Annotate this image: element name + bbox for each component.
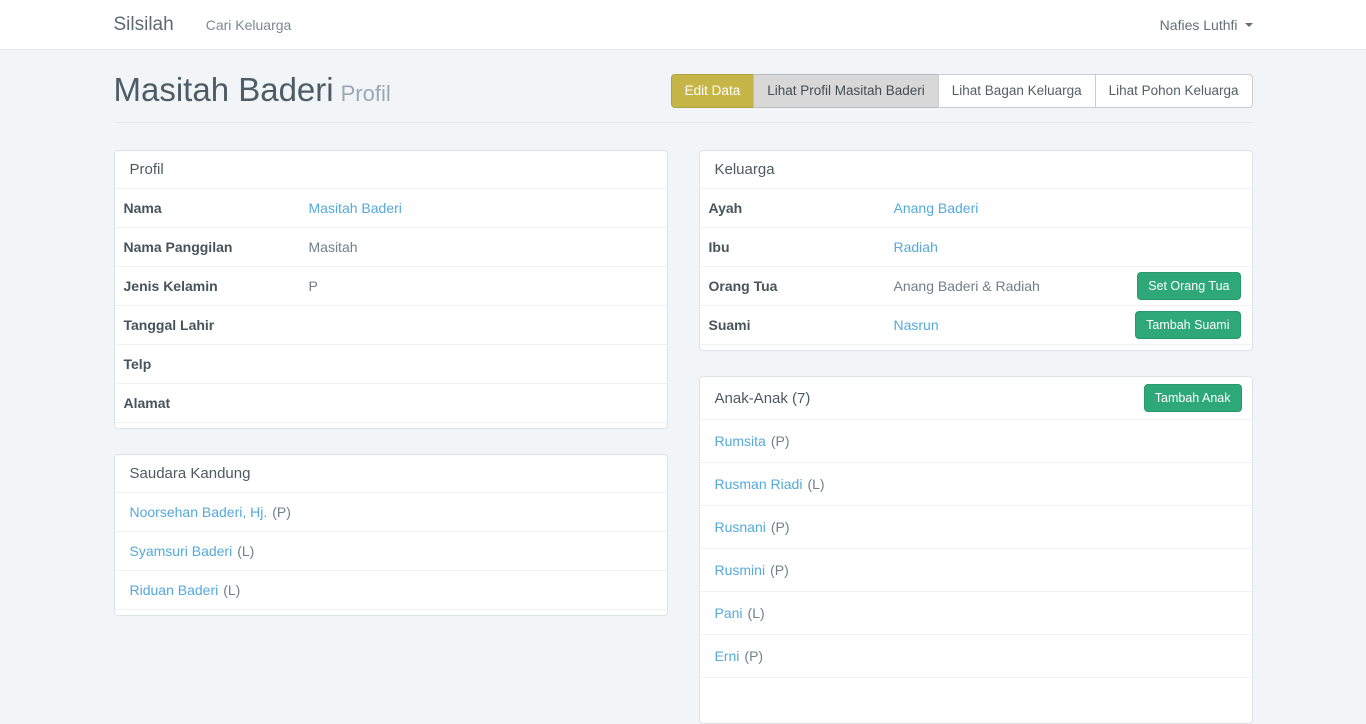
set-orang-tua-button[interactable]: Set Orang Tua — [1137, 272, 1240, 300]
tambah-anak-button[interactable]: Tambah Anak — [1144, 384, 1242, 412]
sibling-link[interactable]: Noorsehan Baderi, Hj. — [130, 504, 268, 520]
child-link[interactable]: Pani — [715, 605, 743, 621]
list-item-cutoff — [700, 678, 1252, 718]
gender-tag: (P) — [770, 562, 789, 578]
table-row: Ibu Radiah — [700, 228, 1252, 267]
saudara-panel-title: Saudara Kandung — [115, 455, 667, 493]
row-label: Tanggal Lahir — [124, 317, 309, 333]
page-subtitle: Profil — [341, 81, 391, 106]
left-column: Profil Nama Masitah Baderi Nama Panggila… — [114, 150, 668, 616]
row-value: Masitah — [309, 239, 658, 255]
sibling-link[interactable]: Syamsuri Baderi — [130, 543, 233, 559]
row-label: Orang Tua — [709, 278, 894, 294]
anak-anak-panel: Anak-Anak (7) Tambah Anak Rumsita (P) Ru… — [699, 376, 1253, 724]
list-item: Rusmini (P) — [700, 549, 1252, 592]
child-link[interactable]: Erni — [715, 648, 740, 664]
row-label: Ibu — [709, 239, 894, 255]
table-row: Nama Panggilan Masitah — [115, 228, 667, 267]
gender-tag: (L) — [807, 476, 824, 492]
gender-tag: (P) — [744, 648, 763, 664]
keluarga-panel: Keluarga Ayah Anang Baderi Ibu Radiah Or… — [699, 150, 1253, 351]
gender-tag: (P) — [771, 519, 790, 535]
ayah-link[interactable]: Anang Baderi — [894, 200, 979, 216]
row-label: Telp — [124, 356, 309, 372]
lihat-pohon-button[interactable]: Lihat Pohon Keluarga — [1095, 74, 1253, 108]
saudara-kandung-panel: Saudara Kandung Noorsehan Baderi, Hj. (P… — [114, 454, 668, 616]
table-row: Alamat — [115, 384, 667, 423]
gender-tag: (L) — [748, 605, 765, 621]
edit-data-button[interactable]: Edit Data — [671, 74, 755, 108]
profil-panel-title: Profil — [115, 151, 667, 189]
table-row: Suami Nasrun Tambah Suami — [700, 306, 1252, 345]
table-row: Ayah Anang Baderi — [700, 189, 1252, 228]
child-link[interactable]: Rumsita — [715, 433, 766, 449]
row-label: Nama — [124, 200, 309, 216]
row-label: Jenis Kelamin — [124, 278, 309, 294]
page-header: Masitah Baderi Profil Edit Data Lihat Pro… — [114, 50, 1253, 123]
list-item: Pani (L) — [700, 592, 1252, 635]
table-row: Tanggal Lahir — [115, 306, 667, 345]
gender-tag: (P) — [771, 433, 790, 449]
list-item: Syamsuri Baderi (L) — [115, 532, 667, 571]
profile-actions-group: Edit Data Lihat Profil Masitah Baderi Li… — [671, 74, 1253, 108]
brand-link[interactable]: Silsilah — [114, 14, 174, 36]
tambah-suami-button[interactable]: Tambah Suami — [1135, 311, 1240, 339]
child-link[interactable]: Rusmini — [715, 562, 766, 578]
nama-link[interactable]: Masitah Baderi — [309, 200, 402, 216]
list-item: Rusnani (P) — [700, 506, 1252, 549]
caret-down-icon — [1245, 23, 1253, 27]
row-label: Suami — [709, 317, 894, 333]
list-item: Rusman Riadi (L) — [700, 463, 1252, 506]
child-link[interactable]: Rusman Riadi — [715, 476, 803, 492]
lihat-bagan-button[interactable]: Lihat Bagan Keluarga — [938, 74, 1096, 108]
page-title: Masitah Baderi Profil — [114, 72, 391, 112]
list-item: Rumsita (P) — [700, 420, 1252, 463]
anak-panel-title: Anak-Anak (7) — [715, 390, 811, 407]
gender-tag: (L) — [237, 543, 254, 559]
row-value: Anang Baderi & Radiah — [894, 278, 1138, 294]
right-column: Keluarga Ayah Anang Baderi Ibu Radiah Or… — [699, 150, 1253, 724]
row-label: Nama Panggilan — [124, 239, 309, 255]
table-row: Orang Tua Anang Baderi & Radiah Set Oran… — [700, 267, 1252, 306]
anak-panel-heading: Anak-Anak (7) Tambah Anak — [700, 377, 1252, 420]
user-name: Nafies Luthfi — [1160, 17, 1238, 33]
child-link[interactable]: Rusnani — [715, 519, 766, 535]
user-dropdown[interactable]: Nafies Luthfi — [1160, 17, 1253, 33]
table-row: Telp — [115, 345, 667, 384]
lihat-profil-button[interactable]: Lihat Profil Masitah Baderi — [753, 74, 939, 108]
table-row: Nama Masitah Baderi — [115, 189, 667, 228]
row-label: Alamat — [124, 395, 309, 411]
nav-item-cari-keluarga[interactable]: Cari Keluarga — [206, 17, 292, 33]
person-name: Masitah Baderi — [114, 71, 334, 108]
row-value: P — [309, 278, 658, 294]
list-item: Noorsehan Baderi, Hj. (P) — [115, 493, 667, 532]
gender-tag: (L) — [223, 582, 240, 598]
profil-panel: Profil Nama Masitah Baderi Nama Panggila… — [114, 150, 668, 429]
ibu-link[interactable]: Radiah — [894, 239, 938, 255]
list-item: Riduan Baderi (L) — [115, 571, 667, 610]
suami-link[interactable]: Nasrun — [894, 317, 939, 333]
gender-tag: (P) — [272, 504, 291, 520]
row-label: Ayah — [709, 200, 894, 216]
top-navbar: Silsilah Cari Keluarga Nafies Luthfi — [0, 0, 1366, 50]
keluarga-panel-title: Keluarga — [700, 151, 1252, 189]
list-item: Erni (P) — [700, 635, 1252, 678]
sibling-link[interactable]: Riduan Baderi — [130, 582, 219, 598]
table-row: Jenis Kelamin P — [115, 267, 667, 306]
